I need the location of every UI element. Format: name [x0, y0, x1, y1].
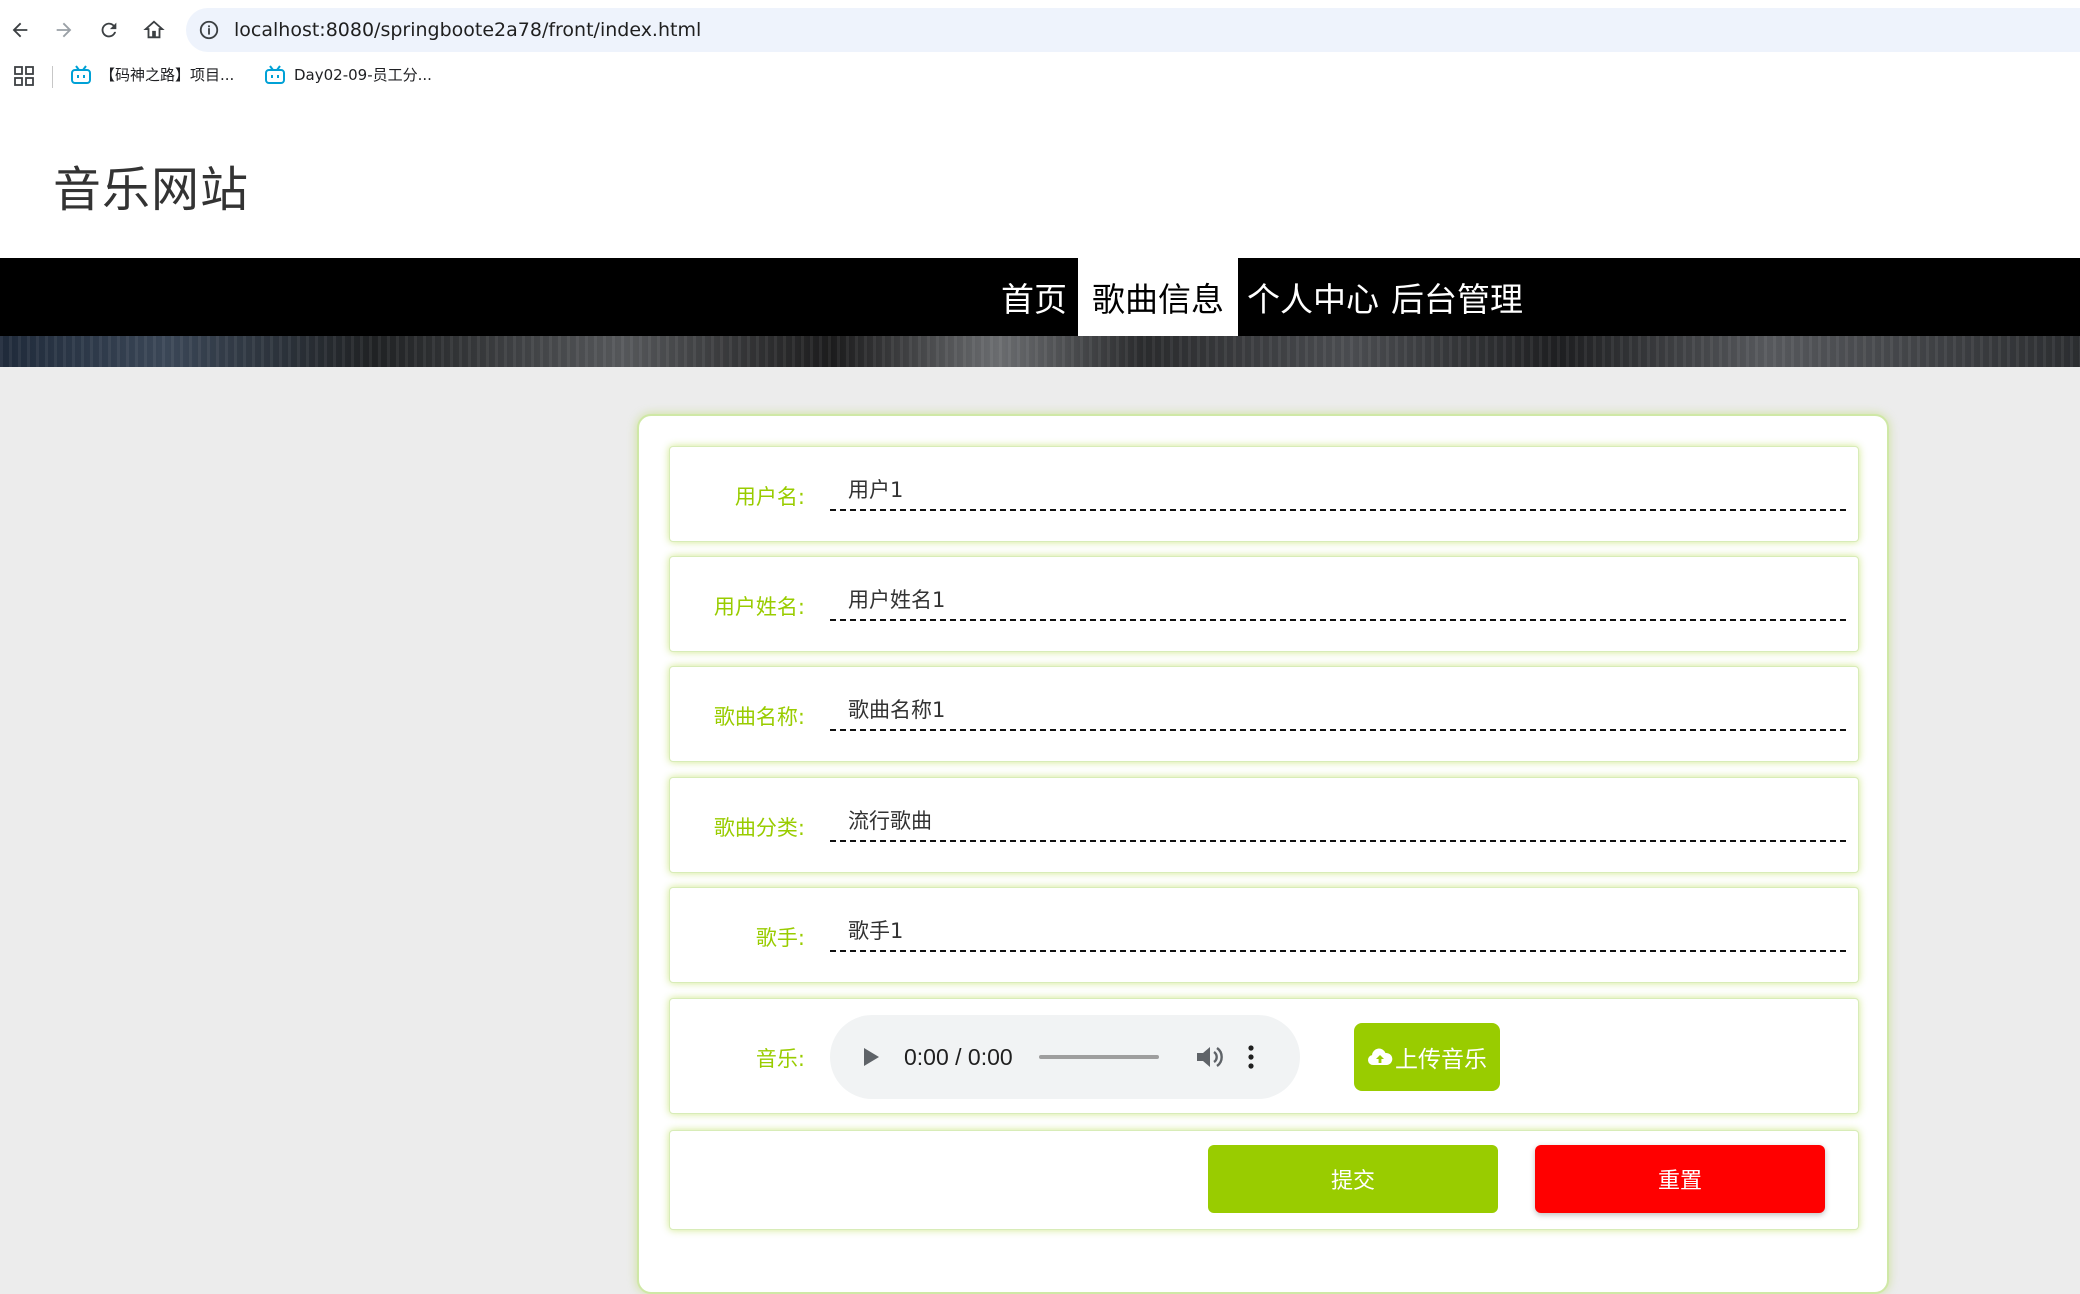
url-text[interactable]: localhost:8080/springboote2a78/front/ind… — [234, 19, 701, 41]
nav-home[interactable]: 首页 — [990, 258, 1078, 336]
site-header: 音乐网站 — [0, 100, 2080, 258]
upload-music-label: 上传音乐 — [1395, 1047, 1487, 1073]
site-title[interactable]: 音乐网站 — [53, 150, 249, 220]
form-row-actions: 提交 重置 — [669, 1130, 1859, 1230]
bilibili-icon — [265, 64, 285, 84]
cloud-upload-icon — [1367, 1048, 1393, 1065]
singer-label: 歌手: — [755, 926, 805, 950]
audio-time: 0:00 / 0:00 — [904, 1043, 1013, 1070]
song-category-input[interactable] — [830, 800, 1846, 842]
upload-music-button[interactable]: 上传音乐 — [1354, 1023, 1500, 1091]
nav-personal-center[interactable]: 个人中心 — [1244, 258, 1382, 336]
main-nav: 首页 歌曲信息 个人中心 后台管理 — [0, 258, 2080, 336]
singer-input[interactable] — [830, 910, 1846, 952]
forward-button[interactable] — [48, 14, 80, 46]
reset-button[interactable]: 重置 — [1535, 1145, 1825, 1213]
submit-button[interactable]: 提交 — [1208, 1145, 1498, 1213]
bilibili-icon — [71, 64, 91, 84]
username-label: 用户名: — [734, 485, 805, 509]
song-category-label: 歌曲分类: — [713, 816, 805, 840]
reload-button[interactable] — [93, 14, 125, 46]
more-options-icon[interactable] — [1247, 1045, 1255, 1069]
back-button[interactable] — [4, 14, 36, 46]
username-input[interactable] — [830, 469, 1846, 511]
song-form: 用户名: 用户姓名: 歌曲名称: 歌曲分类: 歌手: 音乐: 0:00 / 0:… — [637, 414, 1889, 1294]
forward-arrow-icon — [56, 22, 72, 38]
audio-progress-slider[interactable] — [1038, 1055, 1159, 1059]
form-row-user-fullname: 用户姓名: — [669, 556, 1859, 652]
bookmark-separator — [52, 66, 53, 88]
bookmark-bar: 【码神之路】项目... Day02-09-员工分... — [0, 58, 2080, 96]
form-row-song-name: 歌曲名称: — [669, 666, 1859, 762]
volume-icon[interactable] — [1195, 1044, 1223, 1070]
browser-chrome: localhost:8080/springboote2a78/front/ind… — [0, 0, 2080, 100]
apps-grid-icon[interactable] — [14, 66, 34, 86]
back-arrow-icon — [12, 22, 28, 38]
song-name-label: 歌曲名称: — [713, 705, 805, 729]
form-row-song-category: 歌曲分类: — [669, 777, 1859, 873]
bookmark-label: Day02-09-员工分... — [294, 66, 432, 84]
banner-image — [0, 336, 2080, 367]
form-row-username: 用户名: — [669, 446, 1859, 542]
nav-song-info[interactable]: 歌曲信息 — [1078, 258, 1238, 336]
form-row-singer: 歌手: — [669, 887, 1859, 983]
user-fullname-label: 用户姓名: — [713, 595, 805, 619]
music-label: 音乐: — [755, 1047, 805, 1071]
form-row-music: 音乐: 0:00 / 0:00 上传音乐 — [669, 998, 1859, 1114]
nav-admin[interactable]: 后台管理 — [1388, 258, 1526, 336]
song-name-input[interactable] — [830, 689, 1846, 731]
bookmark-item[interactable]: 【码神之路】项目... — [70, 64, 234, 85]
reload-icon — [101, 22, 117, 38]
bookmark-item[interactable]: Day02-09-员工分... — [264, 64, 432, 85]
user-fullname-input[interactable] — [830, 579, 1846, 621]
address-bar[interactable]: localhost:8080/springboote2a78/front/ind… — [186, 8, 2080, 52]
site-info-icon[interactable] — [198, 19, 220, 41]
bookmark-label: 【码神之路】项目... — [100, 66, 235, 84]
audio-player[interactable]: 0:00 / 0:00 — [830, 1015, 1300, 1099]
home-icon — [143, 20, 165, 39]
home-button[interactable] — [138, 14, 170, 46]
play-icon[interactable] — [862, 1047, 880, 1067]
